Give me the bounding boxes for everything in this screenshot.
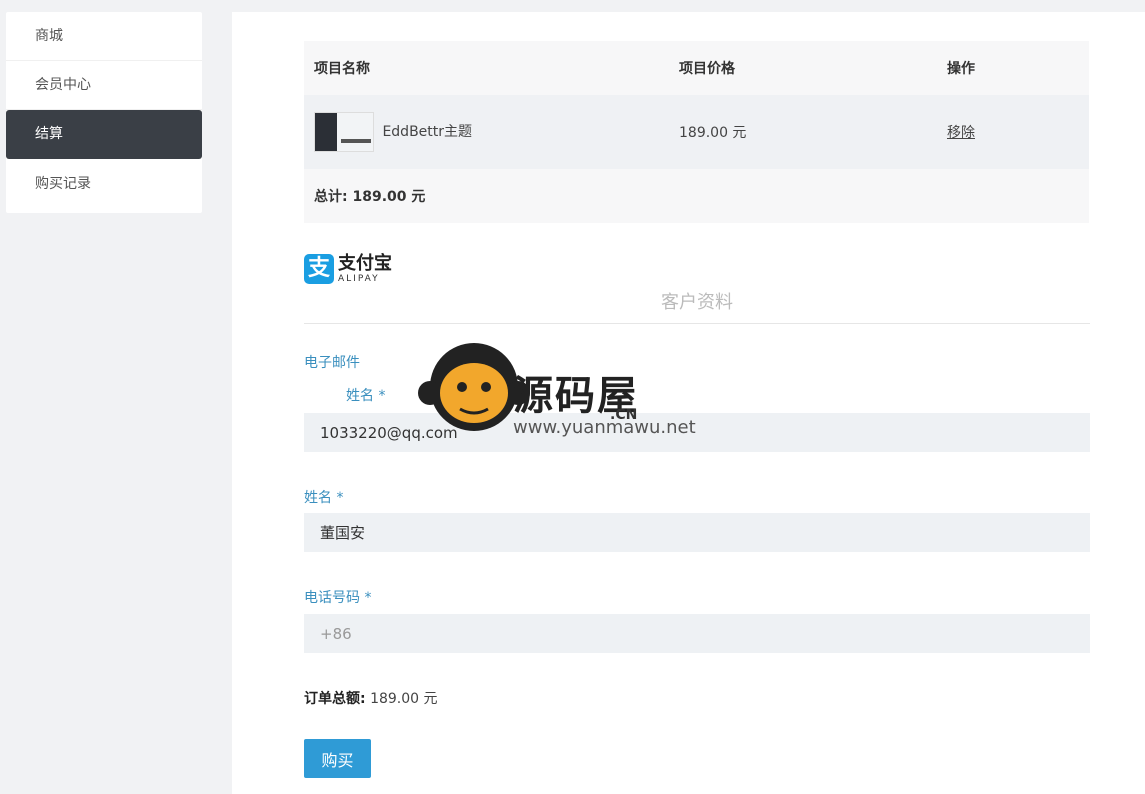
sidebar-item-purchase-history[interactable]: 购买记录 <box>6 159 202 213</box>
name-field[interactable] <box>304 513 1090 552</box>
name-label: 姓名 * <box>304 490 344 506</box>
checkout-panel: 项目名称 项目价格 操作 EddBettr主题 189.00 元 移除 总计: … <box>232 12 1145 794</box>
column-header-action: 操作 <box>947 61 975 77</box>
cart-item-price: 189.00 元 <box>679 125 747 141</box>
sidebar-item-member-center[interactable]: 会员中心 <box>6 61 202 110</box>
cart-total: 总计: 189.00 元 <box>314 189 426 205</box>
product-thumbnail[interactable] <box>314 112 374 152</box>
email-field[interactable] <box>304 413 1090 452</box>
cart-item-name[interactable]: EddBettr主题 <box>382 124 472 140</box>
cart-item-cell: EddBettr主题 <box>304 95 669 169</box>
back-chevron-icon[interactable]: ‹ <box>0 380 16 430</box>
alipay-label-cn: 支付宝 <box>338 252 392 274</box>
cart-header-row: 项目名称 项目价格 操作 <box>304 41 1089 95</box>
alipay-option[interactable]: 支 支付宝 ALIPAY <box>304 254 392 284</box>
order-total: 订单总额: 189.00 元 <box>304 688 438 708</box>
column-header-item-name: 项目名称 <box>314 61 370 77</box>
customer-info-title: 客户资料 <box>304 288 1090 324</box>
sidebar: 商城 会员中心 结算 购买记录 <box>6 12 202 213</box>
order-total-value: 189.00 元 <box>370 691 438 707</box>
order-total-label: 订单总额: <box>304 691 366 707</box>
email-label: 电子邮件 <box>304 355 360 371</box>
remove-item-link[interactable]: 移除 <box>947 125 975 141</box>
cart-table: 项目名称 项目价格 操作 EddBettr主题 189.00 元 移除 总计: … <box>304 41 1089 223</box>
sidebar-item-checkout[interactable]: 结算 <box>6 110 202 159</box>
column-header-item-price: 项目价格 <box>679 61 735 77</box>
alipay-icon: 支 <box>304 254 334 284</box>
buy-button[interactable]: 购买 <box>304 739 371 778</box>
cart-total-row: 总计: 189.00 元 <box>304 169 1089 223</box>
sidebar-item-shop[interactable]: 商城 <box>6 12 202 61</box>
table-row: EddBettr主题 189.00 元 移除 <box>304 95 1089 169</box>
phone-field[interactable] <box>304 614 1090 653</box>
first-name-label: 姓名 * <box>346 388 386 404</box>
alipay-label-en: ALIPAY <box>338 273 380 284</box>
phone-label: 电话号码 * <box>304 590 372 606</box>
